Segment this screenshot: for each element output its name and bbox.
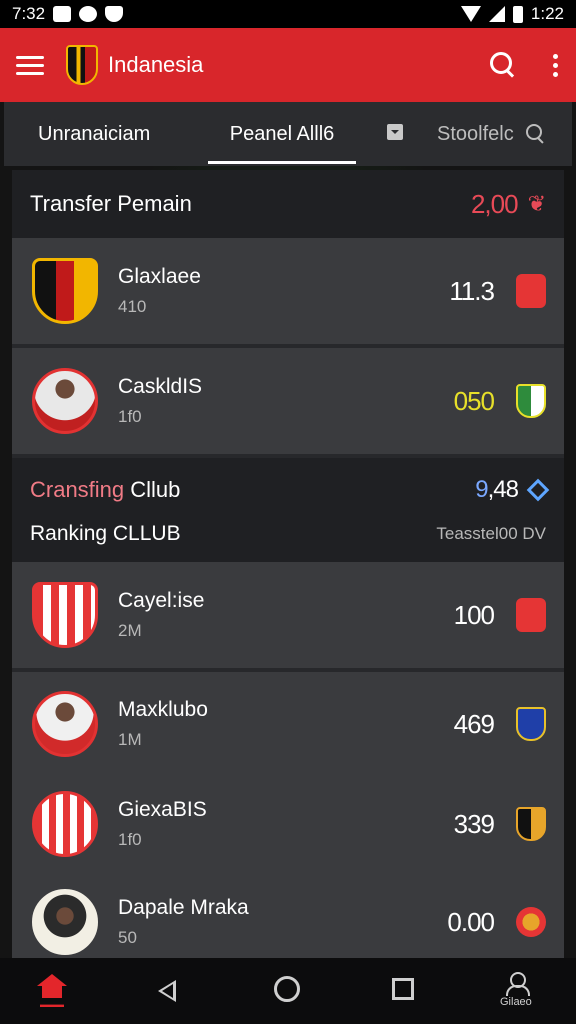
list-item-sub: 50 bbox=[118, 928, 137, 947]
tab-bar: Unranaiciam Peanel Alll6 Stoolfelc bbox=[4, 102, 572, 166]
bottom-navigation: ▬▬▬ Gilaeo bbox=[0, 958, 576, 1024]
list-item[interactable]: Dapale Mraka 50 0.00 bbox=[12, 872, 564, 960]
ranking-heading-accent: Cransfing bbox=[30, 477, 125, 502]
list-item-name: GiexaBIS bbox=[118, 798, 207, 821]
list-item-value: 0.00 bbox=[447, 906, 495, 937]
list-item[interactable]: CaskldIS 1f0 050 bbox=[12, 348, 564, 458]
app-title: Indanesia bbox=[108, 52, 204, 77]
image-notification-icon bbox=[53, 6, 72, 22]
list-item[interactable]: Maxklubo 1M 469 bbox=[12, 672, 564, 776]
club-crest-avatar bbox=[32, 582, 98, 648]
ranking-value: 9,48 bbox=[475, 476, 519, 504]
main-panel: Transfer Pemain 2,00 ❦ Glaxlaee 410 11.3… bbox=[12, 170, 564, 960]
profile-icon[interactable] bbox=[505, 972, 530, 996]
list-item[interactable]: Glaxlaee 410 11.3 bbox=[12, 238, 564, 348]
list-item-sub: 1M bbox=[118, 730, 142, 749]
player-photo-avatar bbox=[32, 691, 98, 757]
club-badge-icon bbox=[516, 598, 546, 632]
nav-home[interactable]: ▬▬▬ bbox=[37, 974, 67, 1009]
club-crest-avatar bbox=[32, 791, 98, 857]
player-photo-avatar bbox=[32, 368, 98, 434]
ranking-heading: Cransfing Cllub bbox=[30, 477, 180, 503]
list-item-value: 100 bbox=[453, 599, 495, 630]
app-bar: Indanesia bbox=[0, 28, 576, 102]
list-item-value: 11.3 bbox=[449, 275, 495, 306]
club-badge-icon bbox=[516, 274, 546, 308]
club-badge-icon bbox=[516, 707, 546, 741]
list-item-value: 469 bbox=[453, 708, 495, 739]
ranking-value-accent: 9 bbox=[475, 476, 488, 503]
list-item-sub: 1f0 bbox=[118, 830, 142, 849]
nav-profile[interactable]: Gilaeo bbox=[500, 972, 532, 1008]
home-label-mark: ▬▬▬ bbox=[40, 1000, 64, 1009]
circle-home-icon[interactable] bbox=[274, 976, 300, 1002]
ranking-subtitle: Ranking CLLUB bbox=[30, 522, 181, 545]
transfer-value: 2,00 bbox=[470, 188, 519, 219]
dropdown-icon[interactable] bbox=[387, 124, 403, 140]
status-right: 1:22 bbox=[460, 4, 564, 24]
list-item[interactable]: Cayel:ise 2M 100 bbox=[12, 562, 564, 672]
list-item-name: Maxklubo bbox=[118, 698, 208, 721]
battery-icon bbox=[512, 5, 523, 23]
list-item-name: Cayel:ise bbox=[118, 589, 205, 612]
ranking-note: Teasstel00 DV bbox=[436, 524, 546, 543]
list-item-name: Glaxlaee bbox=[118, 265, 201, 288]
transfer-summary: 2,00 ❦ bbox=[471, 189, 546, 220]
club-badge-icon bbox=[516, 907, 546, 937]
ball-notification-icon bbox=[79, 6, 98, 22]
heart-icon[interactable]: ❦ bbox=[528, 191, 546, 217]
hamburger-menu-icon[interactable] bbox=[16, 55, 44, 75]
list-item-sub: 1f0 bbox=[118, 407, 142, 426]
wifi-icon bbox=[460, 6, 481, 22]
tab-search-icon[interactable] bbox=[526, 124, 546, 144]
ranking-section: Cransfing Cllub 9,48 Ranking CLLUB Teass… bbox=[12, 458, 564, 562]
back-icon[interactable] bbox=[158, 980, 176, 1002]
status-time-right: 1:22 bbox=[530, 4, 564, 23]
diamond-icon[interactable] bbox=[526, 478, 550, 502]
more-options-icon[interactable] bbox=[550, 53, 560, 77]
signal-icon bbox=[488, 6, 505, 22]
ranking-score: 9,48 bbox=[475, 476, 550, 504]
list-item-value: 339 bbox=[453, 808, 495, 839]
list-item-sub: 410 bbox=[118, 297, 147, 316]
shield-notification-icon bbox=[105, 6, 124, 22]
club-badge-icon bbox=[516, 384, 546, 418]
ranking-heading-rest: Cllub bbox=[124, 477, 181, 502]
status-left: 7:32 bbox=[12, 4, 124, 24]
club-crest-avatar bbox=[32, 258, 98, 324]
list-item-sub: 2M bbox=[118, 621, 142, 640]
status-bar: 7:32 1:22 bbox=[0, 0, 576, 28]
nav-home-button[interactable] bbox=[274, 976, 300, 1002]
list-item-value: 050 bbox=[453, 385, 495, 416]
club-logo bbox=[66, 45, 98, 85]
ranking-value-rest: ,48 bbox=[487, 476, 519, 503]
status-time-left: 7:32 bbox=[12, 4, 46, 23]
list-item-name: CaskldIS bbox=[118, 375, 203, 398]
recents-square-icon[interactable] bbox=[392, 978, 414, 1000]
tab-stoolfelc[interactable]: Stoolfelc bbox=[437, 102, 514, 166]
club-badge-icon bbox=[516, 807, 546, 841]
search-icon[interactable] bbox=[490, 52, 516, 78]
nav-back[interactable] bbox=[158, 980, 176, 1002]
list-item[interactable]: GiexaBIS 1f0 339 bbox=[12, 776, 564, 872]
player-photo-avatar bbox=[32, 889, 98, 955]
list-item-name: Dapale Mraka bbox=[118, 896, 249, 919]
transfer-header: Transfer Pemain 2,00 ❦ bbox=[12, 170, 564, 238]
home-icon[interactable] bbox=[37, 974, 67, 998]
tab-unranaiciam[interactable]: Unranaiciam bbox=[38, 102, 218, 166]
nav-recents[interactable] bbox=[392, 978, 414, 1000]
profile-label: Gilaeo bbox=[500, 996, 532, 1008]
transfer-title: Transfer Pemain bbox=[30, 191, 192, 216]
tab-peanel-alll6[interactable]: Peanel Alll6 bbox=[208, 102, 356, 166]
